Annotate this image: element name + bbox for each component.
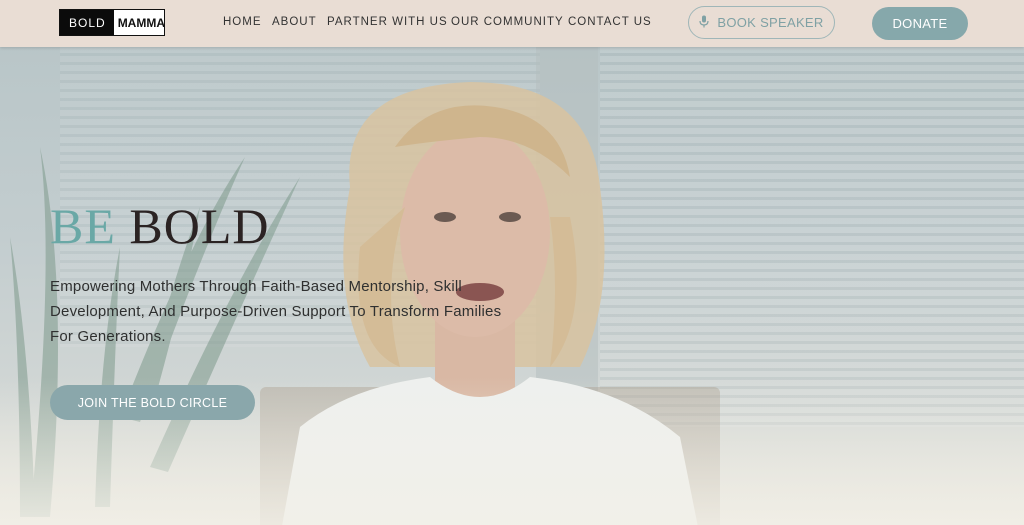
nav-about[interactable]: ABOUT [272, 16, 317, 28]
book-speaker-label: BOOK SPEAKER [717, 15, 824, 30]
nav-contact-us[interactable]: CONTACT US [568, 16, 652, 28]
donate-button[interactable]: DONATE [872, 7, 968, 40]
logo[interactable]: BOLD MAMMAS [59, 9, 165, 36]
microphone-icon [699, 15, 709, 31]
hero-subtitle: Empowering Mothers Through Faith-Based M… [50, 278, 502, 345]
hero-section: BE BOLD Empowering Mothers Through Faith… [0, 47, 1024, 525]
join-bold-circle-button[interactable]: JOIN THE BOLD CIRCLE [50, 385, 255, 420]
book-speaker-button[interactable]: BOOK SPEAKER [688, 6, 835, 39]
hero-title: BE BOLD [50, 197, 270, 255]
nav-partner-with-us[interactable]: PARTNER WITH US [327, 16, 448, 28]
hero-title-accent: BE [50, 198, 116, 254]
nav-home[interactable]: HOME [223, 16, 262, 28]
hero-title-main: BOLD [129, 198, 270, 254]
join-bold-circle-label: JOIN THE BOLD CIRCLE [77, 395, 228, 410]
logo-part-1: BOLD [60, 10, 114, 35]
donate-label: DONATE [892, 16, 948, 31]
logo-part-2: MAMMAS [117, 15, 165, 30]
site-header: BOLD MAMMAS HOME ABOUT PARTNER WITH US O… [0, 0, 1024, 47]
nav-our-community[interactable]: OUR COMMUNITY [451, 16, 564, 28]
